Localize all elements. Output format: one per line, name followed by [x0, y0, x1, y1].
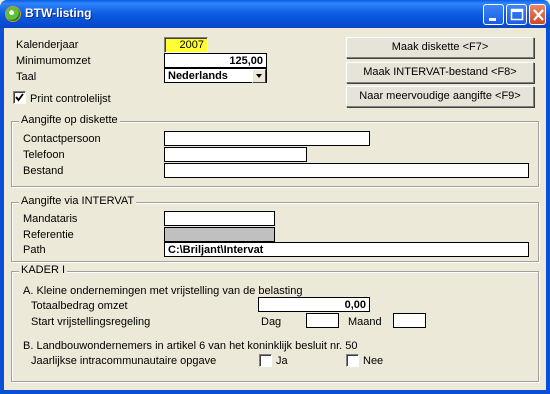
jaarlijkse-opgave-label: Jaarlijkse intracommunautaire opgave — [31, 355, 217, 367]
taal-select-value: Nederlands — [168, 70, 228, 82]
minimize-icon — [489, 18, 496, 21]
maximize-icon — [510, 8, 524, 21]
app-icon — [5, 6, 21, 22]
dag-input[interactable] — [306, 313, 339, 328]
start-vrijstelling-label: Start vrijstellingsregeling — [31, 316, 151, 328]
maak-diskette-button[interactable]: Maak diskette <F7> — [346, 37, 534, 58]
bestand-input[interactable] — [164, 163, 529, 178]
window-title: BTW-listing — [25, 6, 92, 20]
maand-label: Maand — [348, 316, 382, 328]
close-button[interactable] — [529, 4, 546, 25]
maximize-button[interactable] — [506, 4, 527, 25]
ja-checkbox[interactable] — [259, 354, 272, 367]
contactpersoon-input[interactable] — [164, 131, 370, 146]
minimumomzet-input[interactable]: 125,00 — [164, 53, 267, 68]
maand-input[interactable] — [393, 313, 426, 328]
totaalbedrag-label: Totaalbedrag omzet — [31, 300, 128, 312]
minimumomzet-label: Minimumomzet — [16, 55, 91, 67]
dropdown-arrow-icon — [256, 74, 262, 78]
contactpersoon-label: Contactpersoon — [23, 133, 101, 145]
path-input[interactable]: C:\Briljant\Intervat — [164, 242, 529, 257]
nee-checkbox[interactable] — [346, 354, 359, 367]
print-controlelijst-label: Print controlelijst — [30, 93, 111, 105]
maak-intervat-button[interactable]: Maak INTERVAT-bestand <F8> — [346, 62, 534, 83]
print-controlelijst-checkbox[interactable] — [13, 91, 26, 104]
section-b-heading: B. Landbouwondernemers in artikel 6 van … — [23, 340, 358, 352]
meervoudige-aangifte-button[interactable]: Naar meervoudige aangifte <F9> — [346, 86, 534, 107]
window-frame-right — [546, 28, 550, 394]
ja-label: Ja — [276, 355, 288, 367]
section-a-heading: A. Kleine ondernemingen met vrijstelling… — [23, 285, 303, 297]
kader-group-title: KADER I — [19, 264, 68, 276]
referentie-input — [164, 227, 275, 242]
nee-label: Nee — [363, 355, 384, 367]
telefoon-label: Telefoon — [23, 149, 65, 161]
mandataris-label: Mandataris — [23, 213, 78, 225]
telefoon-input[interactable] — [164, 147, 307, 162]
totaalbedrag-input[interactable]: 0,00 — [258, 297, 370, 312]
referentie-label: Referentie — [23, 229, 74, 241]
kalenderjaar-input[interactable]: 2007 — [164, 37, 208, 53]
dag-label: Dag — [261, 316, 282, 328]
taal-dropdown-button[interactable] — [252, 69, 266, 83]
path-label: Path — [23, 244, 46, 256]
mandataris-input[interactable] — [164, 211, 275, 226]
window-frame-left — [0, 28, 4, 394]
window-frame-bottom — [0, 390, 550, 394]
minimize-button[interactable] — [483, 4, 504, 25]
diskette-group-title: Aangifte op diskette — [19, 114, 120, 126]
bestand-label: Bestand — [23, 165, 64, 177]
kalenderjaar-label: Kalenderjaar — [16, 39, 79, 51]
checkmark-icon — [15, 93, 24, 102]
intervat-group-title: Aangifte via INTERVAT — [19, 195, 137, 207]
taal-label: Taal — [16, 71, 37, 83]
close-icon — [533, 9, 544, 21]
